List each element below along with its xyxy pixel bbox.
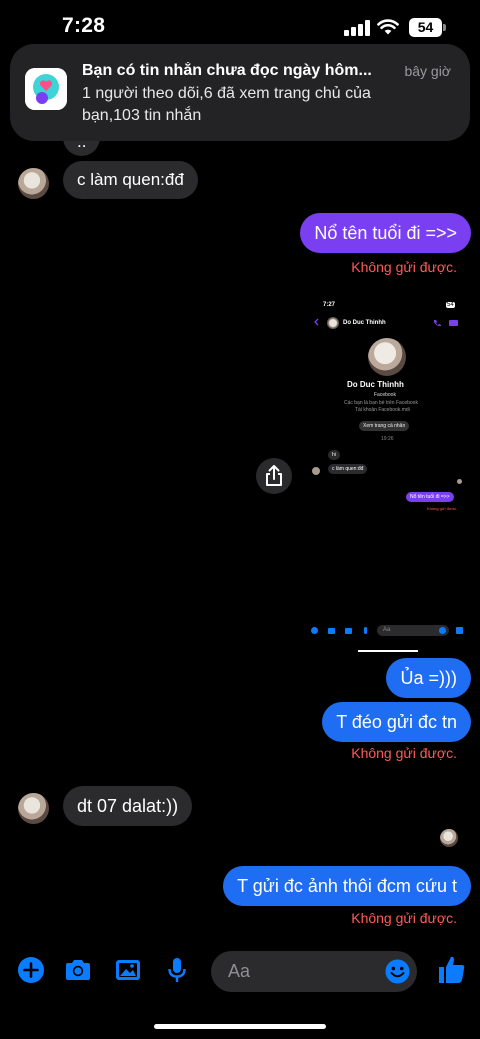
shot-header-name: Do Duc Thinhh bbox=[343, 320, 386, 326]
outgoing-message[interactable]: T gửi đc ảnh thôi đcm cứu t bbox=[223, 866, 471, 906]
home-indicator bbox=[154, 1024, 326, 1029]
outgoing-message[interactable]: Nổ tên tuổi đi =>> bbox=[300, 213, 471, 253]
outgoing-message[interactable]: Ủa =))) bbox=[386, 658, 471, 698]
message-input-placeholder: Aa bbox=[228, 961, 251, 981]
shot-msg-hi: hi bbox=[328, 450, 340, 460]
shot-platform: Facebook bbox=[374, 392, 396, 398]
shot-camera-icon bbox=[328, 628, 335, 634]
shot-profile-photo bbox=[368, 338, 406, 376]
shot-account-line: Tài khoản Facebook.mdi bbox=[355, 407, 410, 413]
like-icon[interactable] bbox=[436, 953, 466, 985]
notification-banner[interactable]: Bạn có tin nhắn chưa đọc ngày hôm... bây… bbox=[10, 44, 470, 141]
send-failed-label[interactable]: Không gửi được. bbox=[351, 259, 457, 275]
shot-input-placeholder: Aa bbox=[383, 627, 391, 633]
shot-fail: Không gửi được. bbox=[427, 506, 458, 511]
battery-indicator: 54 bbox=[409, 18, 442, 37]
plus-icon[interactable] bbox=[16, 955, 46, 985]
shot-view-profile: Xem trang cá nhân bbox=[359, 421, 410, 431]
outgoing-message[interactable]: T đéo gửi đc tn bbox=[322, 702, 471, 742]
send-failed-label[interactable]: Không gửi được. bbox=[351, 745, 457, 761]
status-bar: 7:28 54 bbox=[0, 0, 480, 50]
shot-call-icon bbox=[434, 320, 441, 327]
app-icon bbox=[25, 68, 67, 110]
notification-time: bây giờ bbox=[404, 63, 451, 79]
share-button[interactable] bbox=[256, 458, 292, 494]
shot-plus-icon bbox=[311, 627, 318, 634]
notification-title: Bạn có tin nhắn chưa đọc ngày hôm... bbox=[82, 62, 372, 79]
wifi-icon bbox=[377, 19, 399, 35]
photo-icon[interactable] bbox=[113, 955, 143, 985]
shot-emoji-icon bbox=[439, 627, 446, 634]
emoji-icon[interactable] bbox=[384, 958, 411, 985]
shot-timestamp: 19:26 bbox=[381, 436, 394, 442]
notification-body: 1 người theo dõi,6 đã xem trang chủ của … bbox=[82, 85, 371, 124]
contact-avatar[interactable] bbox=[18, 793, 49, 824]
status-time: 7:28 bbox=[62, 14, 106, 37]
cellular-signal-icon bbox=[344, 20, 370, 36]
shot-seen-avatar bbox=[457, 479, 462, 484]
shared-screenshot-image[interactable]: 7:27 54 Do Duc Thinhh Do Duc Thinhh Face… bbox=[307, 296, 470, 641]
shot-profile-name: Do Duc Thinhh bbox=[347, 380, 404, 389]
camera-icon[interactable] bbox=[63, 955, 93, 985]
battery-tip bbox=[443, 24, 446, 31]
shot-avatar bbox=[327, 317, 339, 329]
share-icon bbox=[266, 465, 282, 486]
shot-time: 7:27 bbox=[323, 302, 336, 308]
microphone-icon[interactable] bbox=[162, 955, 192, 985]
incoming-message[interactable]: c làm quen:đđ bbox=[63, 161, 198, 199]
send-failed-label[interactable]: Không gửi được. bbox=[351, 910, 457, 926]
image-divider bbox=[358, 650, 418, 652]
seen-avatar bbox=[440, 829, 458, 847]
shot-photo-icon bbox=[345, 628, 352, 634]
incoming-message[interactable]: dt 07 dalat:)) bbox=[63, 786, 193, 826]
shot-input: Aa bbox=[377, 625, 449, 636]
shot-msg-out: Nổ tên tuổi đi =>> bbox=[406, 492, 454, 502]
message-input[interactable]: Aa bbox=[211, 951, 417, 992]
shot-battery: 54 bbox=[446, 302, 455, 308]
shot-mic-icon bbox=[364, 627, 367, 634]
shot-like-icon bbox=[456, 627, 463, 634]
shot-back-icon bbox=[314, 318, 319, 326]
shot-msg-avatar bbox=[312, 467, 320, 475]
shot-video-icon bbox=[449, 320, 458, 326]
shot-msg-in: c làm quen:đđ bbox=[328, 464, 368, 474]
contact-avatar[interactable] bbox=[18, 168, 49, 199]
shot-friends-line: Các bạn là bạn bè trên Facebook bbox=[344, 400, 418, 406]
